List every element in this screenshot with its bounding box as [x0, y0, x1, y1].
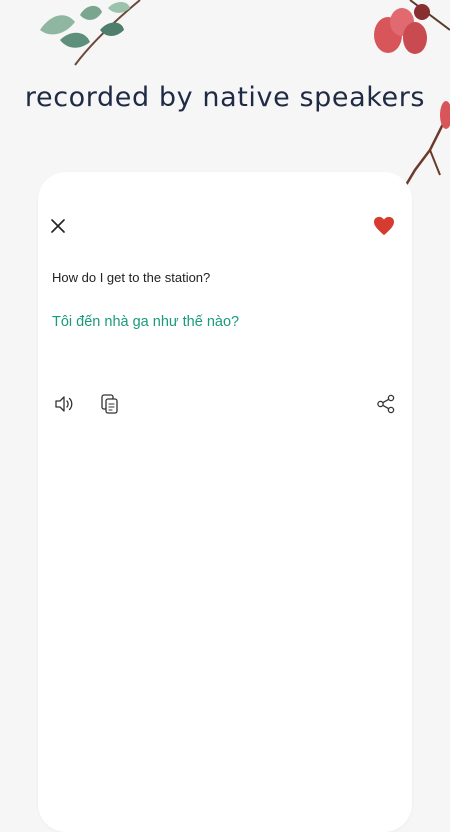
speaker-icon — [55, 396, 73, 412]
play-audio-button[interactable] — [52, 392, 78, 416]
copy-button[interactable] — [98, 392, 122, 416]
phrase-card: How do I get to the station? Tôi đến nhà… — [38, 172, 412, 832]
copy-icon — [101, 394, 118, 414]
heart-icon — [374, 216, 394, 236]
leaf-branch-decoration — [40, 0, 141, 66]
close-icon — [51, 219, 65, 233]
translated-phrase: Tôi đến nhà ga như thế nào? — [52, 314, 240, 330]
share-button[interactable] — [374, 392, 398, 416]
close-button[interactable] — [46, 214, 70, 238]
source-phrase: How do I get to the station? — [52, 270, 211, 285]
favorite-button[interactable] — [370, 212, 398, 240]
page-headline: recorded by native speakers — [24, 82, 426, 113]
share-icon — [377, 394, 395, 414]
